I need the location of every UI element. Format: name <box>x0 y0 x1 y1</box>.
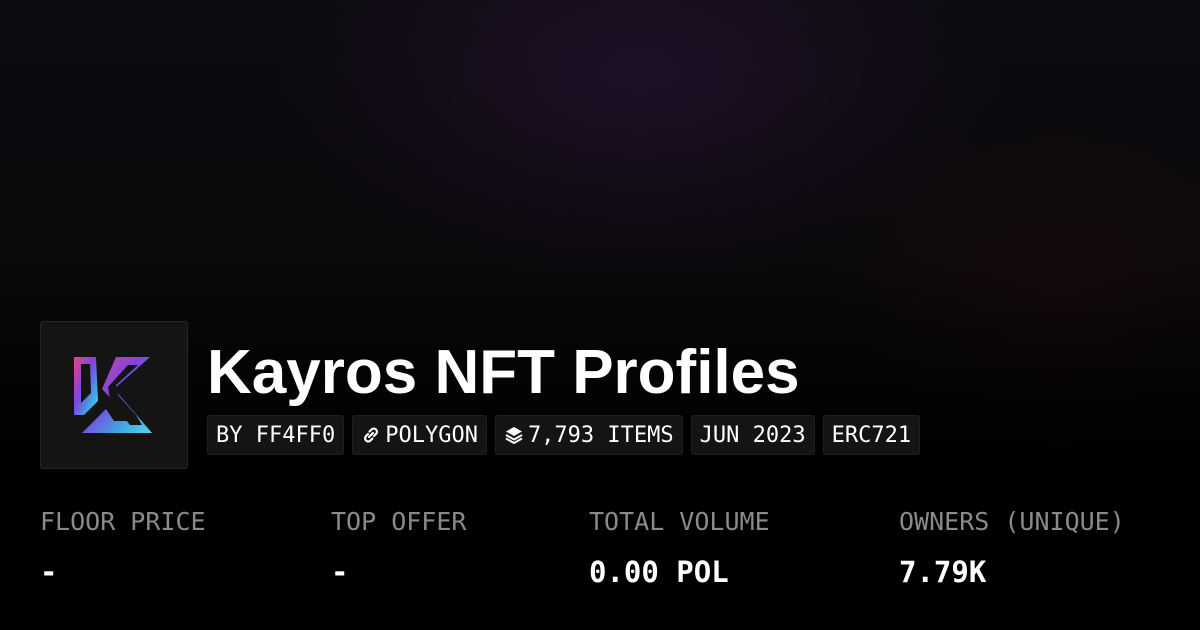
collection-title: Kayros NFT Profiles <box>207 338 800 407</box>
stat-value: - <box>40 555 58 589</box>
stat-label: FLOOR PRICE <box>40 507 206 536</box>
creator-chip[interactable]: BY FF4FF0 <box>207 415 345 455</box>
created-date-chip-label: JUN 2023 <box>699 422 806 448</box>
stat-label: TOP OFFER <box>331 507 467 536</box>
stat-value: - <box>331 555 349 589</box>
stat-top-offer: TOP OFFER - <box>331 502 466 592</box>
creator-chip-label: BY FF4FF0 <box>216 422 336 448</box>
created-date-chip: JUN 2023 <box>690 415 815 455</box>
collection-meta-chips: BY FF4FF0 POLYGON 7,793 ITEMS JUN 2023 E… <box>207 415 921 455</box>
stat-label: OWNERS (UNIQUE) <box>899 507 1125 536</box>
collection-logo <box>40 321 188 469</box>
chain-chip[interactable]: POLYGON <box>352 415 487 455</box>
stat-total-volume: TOTAL VOLUME 0.00 POL <box>589 502 770 592</box>
chain-chip-label: POLYGON <box>385 422 478 448</box>
layers-icon <box>504 425 524 445</box>
chain-link-icon <box>361 425 381 445</box>
token-standard-chip: ERC721 <box>822 415 921 455</box>
stat-floor-price: FLOOR PRICE - <box>40 502 206 592</box>
collection-share-card: Kayros NFT Profiles BY FF4FF0 POLYGON 7,… <box>0 0 1200 630</box>
stat-value: 7.79K <box>899 555 987 589</box>
items-chip-label: 7,793 ITEMS <box>527 422 674 448</box>
stat-owners-unique: OWNERS (UNIQUE) 7.79K <box>899 502 1125 592</box>
stat-value: 0.00 POL <box>589 555 729 589</box>
stat-label: TOTAL VOLUME <box>589 507 770 536</box>
kayros-k-logo-icon <box>74 357 152 433</box>
items-chip: 7,793 ITEMS <box>494 415 683 455</box>
token-standard-chip-label: ERC721 <box>831 422 912 448</box>
